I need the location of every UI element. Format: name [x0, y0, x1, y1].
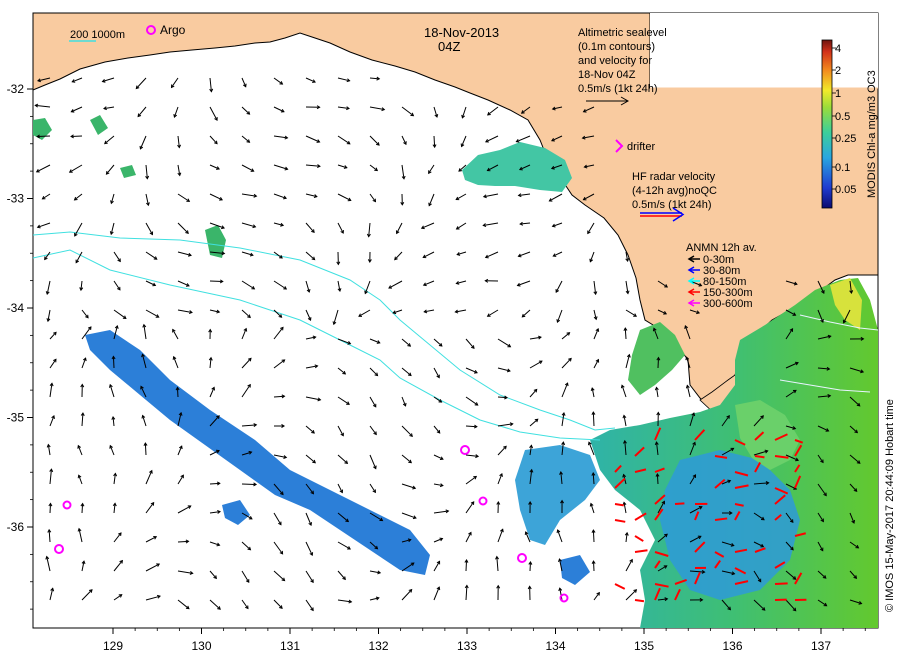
lon-tick-label: 136: [722, 639, 742, 653]
colorbar-tick-label: 0.5: [835, 111, 850, 123]
colorbar-tick-label: 1: [835, 88, 841, 100]
latitude-axis: -32 -33 -34 -35 -36: [7, 82, 33, 610]
lon-tick-label: 129: [103, 639, 123, 653]
hf-radar-arrow: [674, 502, 685, 505]
credit-text: © IMOS 15-May-2017 20:44:09 Hobart time: [884, 399, 896, 612]
ocean-current-map: 200 1000m Argo 18-Nov-2013 04Z Altimetri…: [7, 12, 896, 653]
lon-tick-label: 132: [368, 639, 388, 653]
anmn-legend-title: ANMN 12h av.: [686, 242, 757, 254]
altimetry-note-line: 18-Nov 04Z: [578, 69, 636, 81]
velocity-arrow: [592, 530, 595, 543]
velocity-arrow: [209, 280, 223, 283]
hf-radar-arrow: [754, 455, 765, 459]
colorbar-tick-label: 0.25: [835, 133, 856, 145]
colorbar: [821, 39, 833, 209]
altimetry-note-line: 0.5m/s (1kt 24h): [578, 83, 657, 95]
lon-tick-label: 131: [280, 639, 300, 653]
altimetry-note-line: Altimetric sealevel: [578, 27, 667, 39]
hf-radar-note-line: HF radar velocity: [632, 171, 716, 183]
lat-tick-label: -35: [7, 411, 25, 425]
hf-radar-note: HF radar velocity (4-12h avg)noQC 0.5m/s…: [632, 171, 717, 211]
colorbar-title: MODIS Chl-a mg/m3 OC3: [866, 70, 878, 198]
hf-radar-note-line: (4-12h avg)noQC: [632, 185, 717, 197]
velocity-arrow: [465, 559, 468, 572]
colorbar-tick-label: 0.05: [835, 184, 856, 196]
altimetry-label-box: [650, 13, 878, 88]
hf-radar-arrow: [614, 503, 624, 507]
colorbar-tick-label: 2: [835, 65, 841, 77]
colorbar-tick-label: 0.1: [835, 162, 850, 174]
hf-radar-arrow: [774, 582, 788, 585]
lon-tick-label: 133: [457, 639, 477, 653]
lat-tick-label: -34: [7, 301, 25, 315]
velocity-arrow: [112, 356, 115, 369]
drifter-label: drifter: [627, 141, 655, 153]
isobath-legend-label: 200 1000m: [70, 29, 125, 41]
lat-tick-label: -33: [7, 192, 25, 206]
longitude-axis: 129 130 131 132 133 134 135 136 137: [103, 628, 866, 653]
hf-radar-note-line: 0.5m/s (1kt 24h): [632, 199, 711, 211]
colorbar-tick-label: 4: [835, 43, 841, 55]
altimetry-note-line: and velocity for: [578, 55, 652, 67]
velocity-arrow: [37, 135, 51, 138]
lon-tick-label: 137: [811, 639, 831, 653]
altimetry-note-line: (0.1m contours): [578, 41, 655, 53]
anmn-legend-label: 300-600m: [703, 298, 753, 310]
velocity-arrow: [144, 443, 147, 456]
lon-tick-label: 134: [545, 639, 565, 653]
velocity-arrow: [592, 412, 595, 427]
hf-radar-arrow: [634, 599, 645, 603]
lat-tick-label: -36: [7, 520, 25, 534]
map-time: 04Z: [438, 39, 460, 54]
map-date: 18-Nov-2013: [424, 25, 499, 40]
argo-legend-label: Argo: [160, 23, 186, 37]
lon-tick-label: 130: [191, 639, 211, 653]
lat-tick-label: -32: [7, 82, 25, 96]
lon-tick-label: 135: [634, 639, 654, 653]
